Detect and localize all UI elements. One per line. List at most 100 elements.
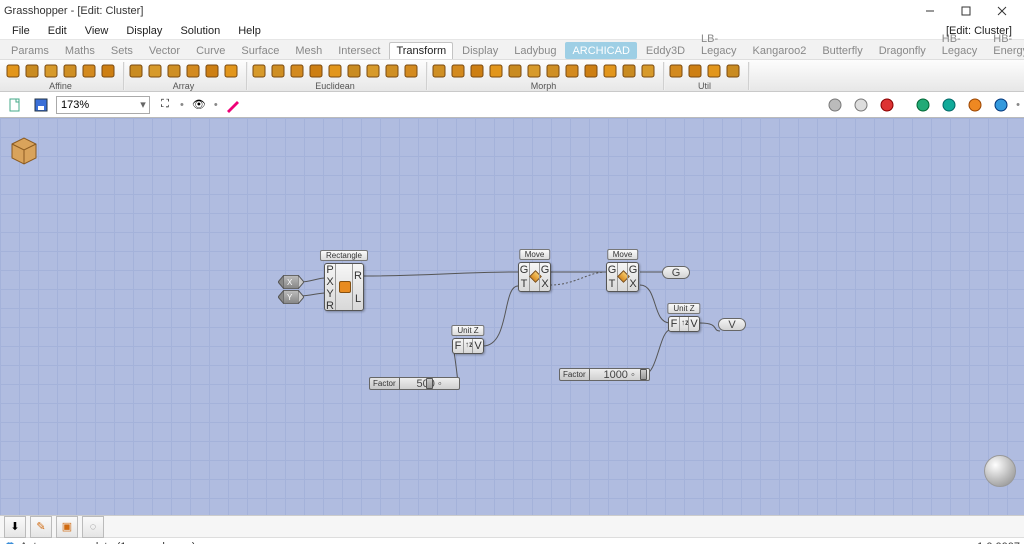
sketch-button[interactable]: [222, 94, 244, 116]
tool-morph-9[interactable]: [601, 62, 619, 80]
tab-hb-legacy[interactable]: HB-Legacy: [935, 30, 984, 59]
node-move-1[interactable]: Move GT GX: [518, 262, 551, 292]
tool-affine-5[interactable]: [99, 62, 117, 80]
tab-params[interactable]: Params: [4, 42, 56, 59]
tool-euclidean-5[interactable]: [345, 62, 363, 80]
close-button[interactable]: [984, 0, 1020, 22]
maximize-button[interactable]: [948, 0, 984, 22]
chevron-down-icon[interactable]: ▾: [137, 96, 149, 114]
preview-blue[interactable]: [990, 94, 1012, 116]
new-file-button[interactable]: [4, 94, 26, 116]
tool-array-5[interactable]: [222, 62, 240, 80]
tool-morph-11[interactable]: [639, 62, 657, 80]
node-unitz-1[interactable]: Unit Z F ↑z V: [452, 338, 484, 354]
tab-curve[interactable]: Curve: [189, 42, 232, 59]
cluster-input-y[interactable]: Y: [278, 290, 304, 304]
tab-eddy3d[interactable]: Eddy3D: [639, 42, 692, 59]
preview-green[interactable]: [912, 94, 934, 116]
tool-morph-6[interactable]: [544, 62, 562, 80]
tab-display[interactable]: Display: [455, 42, 505, 59]
tool-euclidean-3[interactable]: [307, 62, 325, 80]
tab-hb-energy[interactable]: HB-Energy: [986, 30, 1024, 59]
tool-morph-1[interactable]: [449, 62, 467, 80]
slider-factor-1[interactable]: Factor 500 ◦: [369, 377, 460, 390]
tool-affine-3[interactable]: [61, 62, 79, 80]
tab-lb-legacy[interactable]: LB-Legacy: [694, 30, 743, 59]
package-icon[interactable]: [8, 134, 40, 166]
tab-ladybug[interactable]: Ladybug: [507, 42, 563, 59]
display-mode-3[interactable]: [876, 94, 898, 116]
tool-array-4[interactable]: [203, 62, 221, 80]
tab-maths[interactable]: Maths: [58, 42, 102, 59]
tab-kangaroo2[interactable]: Kangaroo2: [746, 42, 814, 59]
display-mode-1[interactable]: [824, 94, 846, 116]
node-move-2[interactable]: Move GT GX: [606, 262, 639, 292]
tool-affine-4[interactable]: [80, 62, 98, 80]
tab-butterfly[interactable]: Butterfly: [815, 42, 869, 59]
tool-affine-0[interactable]: [4, 62, 22, 80]
menu-help[interactable]: Help: [230, 24, 269, 38]
tool-array-0[interactable]: [127, 62, 145, 80]
tool-morph-3[interactable]: [487, 62, 505, 80]
menu-file[interactable]: File: [4, 24, 38, 38]
save-button[interactable]: [30, 94, 52, 116]
tool-affine-1[interactable]: [23, 62, 41, 80]
tool-util-0[interactable]: [667, 62, 685, 80]
tool-euclidean-0[interactable]: [250, 62, 268, 80]
tool-euclidean-1[interactable]: [269, 62, 287, 80]
menu-solution[interactable]: Solution: [172, 24, 228, 38]
node-rectangle[interactable]: Rectangle PXYR RL: [324, 263, 364, 311]
tab-mesh[interactable]: Mesh: [288, 42, 329, 59]
zoom-input[interactable]: [57, 99, 137, 111]
preview-teal[interactable]: [938, 94, 960, 116]
tool-euclidean-6[interactable]: [364, 62, 382, 80]
cluster-output-v[interactable]: V: [718, 318, 746, 331]
tool-morph-4[interactable]: [506, 62, 524, 80]
display-mode-2[interactable]: [850, 94, 872, 116]
cluster-close-button[interactable]: ◌: [82, 516, 104, 538]
tab-intersect[interactable]: Intersect: [331, 42, 387, 59]
tab-archicad[interactable]: ARCHICAD: [565, 42, 636, 59]
menu-edit[interactable]: Edit: [40, 24, 75, 38]
zoom-extents-button[interactable]: ⛶: [154, 94, 176, 116]
minimize-button[interactable]: [912, 0, 948, 22]
node-unitz-2[interactable]: Unit Z F ↑z V: [668, 316, 700, 332]
slider-factor-2[interactable]: Factor 1000 ◦: [559, 368, 650, 381]
tab-vector[interactable]: Vector: [142, 42, 187, 59]
tool-array-1[interactable]: [146, 62, 164, 80]
tool-morph-10[interactable]: [620, 62, 638, 80]
tab-transform[interactable]: Transform: [389, 42, 453, 59]
view-button[interactable]: 👁: [188, 94, 210, 116]
cluster-output-g[interactable]: G: [662, 266, 690, 279]
tool-euclidean-4[interactable]: [326, 62, 344, 80]
component-tabs: ParamsMathsSetsVectorCurveSurfaceMeshInt…: [0, 40, 1024, 60]
tool-euclidean-8[interactable]: [402, 62, 420, 80]
tool-morph-0[interactable]: [430, 62, 448, 80]
tool-morph-5[interactable]: [525, 62, 543, 80]
compass-sphere[interactable]: [984, 455, 1016, 487]
tool-array-2[interactable]: [165, 62, 183, 80]
tab-sets[interactable]: Sets: [104, 42, 140, 59]
canvas[interactable]: X Y Rectangle PXYR RL Move GT GX Move GT…: [0, 118, 1024, 515]
tool-util-1[interactable]: [686, 62, 704, 80]
cluster-save-button[interactable]: ⬇: [4, 516, 26, 538]
tool-morph-7[interactable]: [563, 62, 581, 80]
tool-euclidean-7[interactable]: [383, 62, 401, 80]
preview-orange[interactable]: [964, 94, 986, 116]
menu-display[interactable]: Display: [118, 24, 170, 38]
tool-euclidean-2[interactable]: [288, 62, 306, 80]
tool-util-3[interactable]: [724, 62, 742, 80]
cluster-box-button[interactable]: ▣: [56, 516, 78, 538]
tool-affine-2[interactable]: [42, 62, 60, 80]
cluster-input-x[interactable]: X: [278, 275, 304, 289]
cluster-edit-button[interactable]: ✎: [30, 516, 52, 538]
zoom-combo[interactable]: ▾: [56, 96, 150, 114]
tool-array-3[interactable]: [184, 62, 202, 80]
tool-util-2[interactable]: [705, 62, 723, 80]
tool-morph-8[interactable]: [582, 62, 600, 80]
menu-view[interactable]: View: [77, 24, 117, 38]
tool-morph-2[interactable]: [468, 62, 486, 80]
tab-dragonfly[interactable]: Dragonfly: [872, 42, 933, 59]
tab-surface[interactable]: Surface: [234, 42, 286, 59]
app-title: Grasshopper - [Edit: Cluster]: [4, 5, 143, 17]
